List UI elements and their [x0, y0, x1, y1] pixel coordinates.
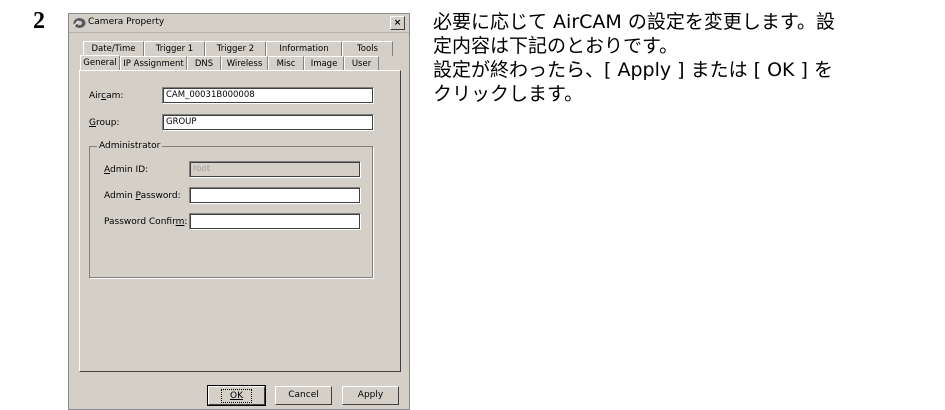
- camera-icon: [73, 18, 86, 28]
- tab-dns[interactable]: DNS: [187, 56, 221, 71]
- instruction-line-3: 設定が終わったら、[ Apply ] または [ OK ] を: [433, 59, 833, 81]
- step-number: 2: [33, 8, 45, 34]
- instruction-line-2: 定内容は下記のとおりです。: [433, 35, 679, 57]
- tab-trigger-2[interactable]: Trigger 2: [205, 41, 266, 56]
- tab-row-back: Date/Time Trigger 1 Trigger 2 Informatio…: [83, 41, 393, 56]
- admin-id-input: root: [189, 161, 361, 178]
- dialog-title: Camera Property: [88, 17, 165, 27]
- group-label: Group:: [89, 118, 120, 128]
- instruction-text: 必要に応じて AirCAM の設定を変更します。設 定内容は下記のとおりです。 …: [433, 10, 943, 106]
- ok-button[interactable]: OK: [207, 385, 266, 406]
- tab-date-time[interactable]: Date/Time: [83, 41, 144, 56]
- password-confirm-label: Password Confirm:: [104, 217, 188, 227]
- apply-button[interactable]: Apply: [342, 386, 399, 405]
- camera-property-dialog: Camera Property × Date/Time Trigger 1 Tr…: [68, 13, 410, 410]
- tab-misc[interactable]: Misc: [268, 56, 304, 71]
- ok-button-label: OK: [230, 391, 243, 401]
- admin-password-label: Admin Password:: [104, 191, 181, 201]
- cancel-button[interactable]: Cancel: [275, 386, 332, 405]
- admin-id-label: Admin ID:: [104, 165, 149, 175]
- instruction-line-4: クリックします。: [433, 83, 584, 105]
- tab-information[interactable]: Information: [266, 41, 342, 56]
- tab-tools[interactable]: Tools: [342, 41, 393, 56]
- admin-password-input[interactable]: [189, 187, 361, 204]
- password-confirm-input[interactable]: [189, 213, 361, 230]
- close-button[interactable]: ×: [390, 16, 405, 30]
- group-input[interactable]: GROUP: [162, 114, 374, 131]
- title-bar: Camera Property ×: [69, 14, 409, 33]
- administrator-groupbox: Administrator Admin ID: root Admin Passw…: [89, 141, 373, 278]
- instruction-line-1: 必要に応じて AirCAM の設定を変更します。設: [433, 11, 835, 33]
- tab-image[interactable]: Image: [304, 56, 344, 71]
- aircam-label: Aircam:: [89, 91, 124, 101]
- administrator-title: Administrator: [97, 141, 163, 151]
- general-tab-panel: Aircam: CAM_00031B000008 Group: GROUP Ad…: [79, 70, 401, 372]
- tab-ip-assignment[interactable]: IP Assignment: [120, 56, 187, 71]
- tab-row-front: General IP Assignment DNS Wireless Misc …: [80, 55, 379, 72]
- aircam-name-input[interactable]: CAM_00031B000008: [162, 87, 374, 104]
- tab-user[interactable]: User: [344, 56, 379, 71]
- tab-trigger-1[interactable]: Trigger 1: [144, 41, 205, 56]
- tab-wireless[interactable]: Wireless: [221, 56, 268, 71]
